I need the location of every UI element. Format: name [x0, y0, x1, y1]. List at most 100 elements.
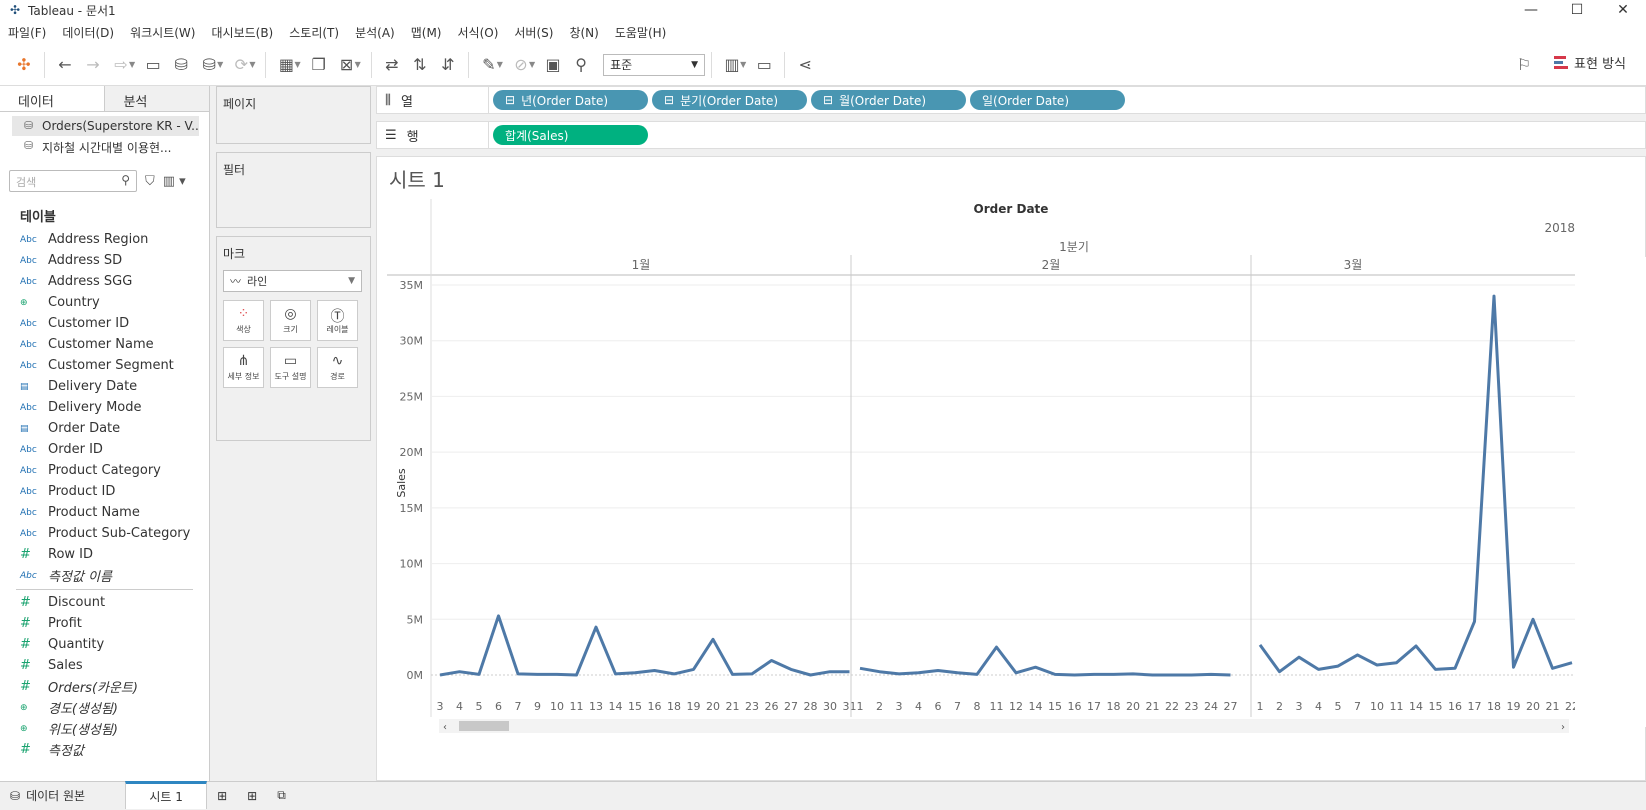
- field-item[interactable]: Abc 측정값 이름: [0, 565, 209, 586]
- field-item[interactable]: Abc Customer Name: [0, 334, 209, 355]
- menu-worksheet[interactable]: 워크시트(W): [122, 24, 203, 41]
- pill-sum-sales[interactable]: 합계(Sales): [493, 125, 648, 145]
- menu-analysis[interactable]: 분석(A): [347, 24, 403, 41]
- menu-help[interactable]: 도움말(H): [607, 24, 675, 41]
- color-button[interactable]: ⁘ 색상: [223, 300, 264, 341]
- menu-dashboard[interactable]: 대시보드(B): [203, 24, 281, 41]
- mark-type-select[interactable]: 〰 라인 ▼: [223, 270, 362, 292]
- x-tick-label: 1: [857, 700, 864, 713]
- presentation-mode-icon[interactable]: ▭: [750, 51, 778, 79]
- search-input[interactable]: 검색 ⚲: [9, 170, 137, 192]
- field-item[interactable]: Abc Product Name: [0, 502, 209, 523]
- rows-shelf[interactable]: ☰ 행 합계(Sales): [376, 121, 1646, 149]
- sort-descending-icon[interactable]: ⇵: [434, 51, 462, 79]
- calendar-icon: ▤: [20, 423, 29, 434]
- tooltip-icon: ▭: [283, 353, 298, 369]
- fit-select[interactable]: 표준 ▼: [603, 53, 706, 76]
- size-button[interactable]: ◎ 크기: [270, 300, 311, 341]
- field-item[interactable]: # Quantity: [0, 634, 209, 655]
- sheet-tab[interactable]: 시트 1: [125, 781, 208, 809]
- horizontal-scrollbar: [439, 719, 1569, 733]
- pill-quarter-order-date[interactable]: ⊟ 분기(Order Date): [652, 90, 807, 110]
- show-mark-labels-icon[interactable]: ▣: [539, 51, 567, 79]
- view-options-icon[interactable]: ▥ ▾: [163, 174, 186, 189]
- field-item[interactable]: # Sales: [0, 655, 209, 676]
- database-icon: ⛁: [10, 788, 21, 803]
- menu-data[interactable]: 데이터(D): [54, 24, 122, 41]
- field-label: 위도(생성됨): [48, 723, 118, 738]
- datasource-item[interactable]: ⛁ 지하철 시간대별 이용현...: [0, 136, 209, 156]
- pill-month-order-date[interactable]: ⊟ 월(Order Date): [811, 90, 966, 110]
- column-header-title: Order Date: [974, 202, 1049, 216]
- pages-card[interactable]: 페이지: [216, 86, 371, 144]
- new-worksheet-icon[interactable]: ⊞: [207, 782, 237, 810]
- x-tick-label: 2: [1276, 700, 1283, 713]
- datasource-item[interactable]: ⛁ Orders(Superstore KR - V...: [12, 116, 199, 136]
- field-item[interactable]: ⊕ 위도(생성됨): [0, 718, 209, 739]
- new-story-icon[interactable]: ⧉: [267, 782, 296, 810]
- field-item[interactable]: Abc Product ID: [0, 481, 209, 502]
- datasource-label: 지하철 시간대별 이용현...: [42, 141, 172, 155]
- field-item[interactable]: ▤ Order Date: [0, 418, 209, 439]
- tab-data[interactable]: 데이터: [0, 86, 105, 111]
- menu-server[interactable]: 서버(S): [506, 24, 561, 41]
- minimize-button[interactable]: —: [1508, 0, 1554, 20]
- text-type-icon: Abc: [20, 318, 37, 329]
- menu-file[interactable]: 파일(F): [0, 24, 54, 41]
- field-item[interactable]: Abc Delivery Mode: [0, 397, 209, 418]
- field-item[interactable]: # 측정값: [0, 739, 209, 760]
- sort-ascending-icon[interactable]: ⇅: [406, 51, 434, 79]
- field-item[interactable]: Abc Customer Segment: [0, 355, 209, 376]
- show-me-button[interactable]: 표현 방식: [1554, 53, 1626, 72]
- menu-map[interactable]: 맵(M): [403, 24, 450, 41]
- field-item[interactable]: ⊕ Country: [0, 292, 209, 313]
- show-me-icon: [1554, 55, 1569, 70]
- field-item[interactable]: Abc Product Category: [0, 460, 209, 481]
- format-painter-icon[interactable]: ⚐: [1510, 51, 1538, 79]
- field-label: Address SD: [48, 253, 123, 268]
- datasource-tab[interactable]: ⛁ 데이터 원본: [0, 782, 95, 810]
- redo-icon[interactable]: →: [79, 51, 107, 79]
- pill-day-order-date[interactable]: 일(Order Date): [970, 90, 1125, 110]
- x-tick-label: 15: [1429, 700, 1443, 713]
- duplicate-sheet-icon[interactable]: ❐: [305, 51, 333, 79]
- field-item[interactable]: Abc Address Region: [0, 229, 209, 250]
- field-item[interactable]: # Discount: [0, 592, 209, 613]
- field-item[interactable]: Abc Product Sub-Category: [0, 523, 209, 544]
- close-button[interactable]: ✕: [1600, 0, 1646, 20]
- field-item[interactable]: Abc Address SGG: [0, 271, 209, 292]
- color-label: 색상: [236, 325, 251, 334]
- save-icon[interactable]: ▭: [139, 51, 167, 79]
- field-item[interactable]: # Row ID: [0, 544, 209, 565]
- label-button[interactable]: Ⓣ 레이블: [317, 300, 358, 341]
- swap-rows-columns-icon[interactable]: ⇄: [378, 51, 406, 79]
- maximize-button[interactable]: ☐: [1554, 0, 1600, 20]
- pill-year-order-date[interactable]: ⊟ 년(Order Date): [493, 90, 648, 110]
- path-button[interactable]: ∿ 경로: [317, 347, 358, 388]
- field-item[interactable]: ▤ Delivery Date: [0, 376, 209, 397]
- field-item[interactable]: # Profit: [0, 613, 209, 634]
- filters-card[interactable]: 필터: [216, 152, 371, 228]
- tooltip-button[interactable]: ▭ 도구 설명: [270, 347, 311, 388]
- field-item[interactable]: Abc Order ID: [0, 439, 209, 460]
- new-dashboard-icon[interactable]: ⊞: [237, 782, 267, 810]
- detail-button[interactable]: ⋔ 세부 정보: [223, 347, 264, 388]
- undo-icon[interactable]: ←: [51, 51, 79, 79]
- field-label: 경도(생성됨): [48, 702, 118, 717]
- filter-icon[interactable]: ⛉: [145, 174, 155, 189]
- field-item[interactable]: Abc Customer ID: [0, 313, 209, 334]
- field-item[interactable]: # Orders(카운트): [0, 676, 209, 697]
- sales-line-chart[interactable]: 시트 1Order Date20181분기Sales0M5M10M15M20M2…: [377, 157, 1646, 782]
- menu-window[interactable]: 창(N): [561, 24, 606, 41]
- share-icon[interactable]: ⋖: [791, 51, 819, 79]
- field-item[interactable]: Abc Address SD: [0, 250, 209, 271]
- menu-story[interactable]: 스토리(T): [281, 24, 347, 41]
- new-datasource-icon[interactable]: ⛁: [167, 51, 195, 79]
- columns-shelf[interactable]: ⫼ 열 ⊟ 년(Order Date) ⊟ 분기(Order Date) ⊟ 월(Ord…: [376, 86, 1646, 114]
- menu-format[interactable]: 서식(O): [450, 24, 507, 41]
- tableau-home-icon[interactable]: ✣: [10, 51, 38, 79]
- field-item[interactable]: ⊕ 경도(생성됨): [0, 697, 209, 718]
- pin-axes-icon[interactable]: ⚲: [567, 51, 595, 79]
- x-tick-label: 26: [765, 700, 779, 713]
- tab-analysis[interactable]: 분석: [104, 86, 209, 111]
